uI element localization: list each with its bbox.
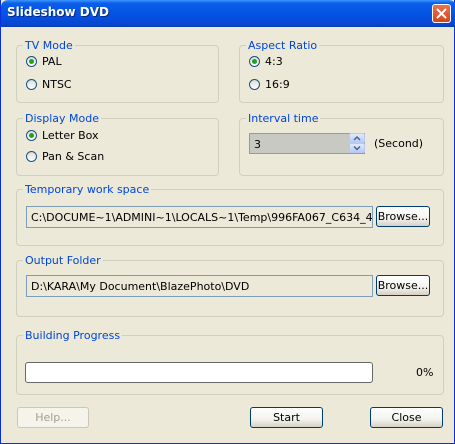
display-mode-group: Display Mode Letter Box Pan & Scan	[16, 112, 219, 176]
interval-value: 3	[254, 138, 261, 151]
progress-group: Building Progress 0%	[16, 329, 444, 395]
help-button[interactable]: Help...	[17, 407, 89, 428]
radio-selected-dot	[29, 133, 34, 138]
radio-ntsc-circle[interactable]	[26, 79, 37, 90]
display-mode-label: Display Mode	[23, 112, 102, 125]
tv-mode-group: TV Mode PAL NTSC	[16, 39, 219, 103]
temp-space-browse-button[interactable]: Browse...	[376, 206, 430, 227]
window-title: Slideshow DVD	[7, 5, 109, 19]
chevron-up-icon	[353, 135, 361, 141]
progress-percent: 0%	[416, 366, 434, 379]
close-icon	[436, 8, 447, 19]
radio-pan-scan[interactable]: Pan & Scan	[26, 150, 104, 163]
radio-4-3-label: 4:3	[265, 55, 283, 68]
interval-input[interactable]: 3	[249, 133, 365, 154]
start-button[interactable]: Start	[250, 407, 323, 428]
interval-label: Interval time	[246, 112, 321, 125]
spin-up-button[interactable]	[349, 133, 365, 143]
temp-space-path-field[interactable]: C:\DOCUME~1\ADMINI~1\LOCALS~1\Temp\996FA…	[26, 206, 373, 228]
close-button[interactable]: Close	[370, 407, 443, 428]
interval-spinner[interactable]	[349, 133, 365, 154]
radio-16-9-circle[interactable]	[249, 79, 260, 90]
aspect-ratio-group: Aspect Ratio 4:3 16:9	[239, 39, 444, 103]
radio-ntsc-label: NTSC	[42, 78, 72, 91]
aspect-ratio-label: Aspect Ratio	[246, 39, 320, 52]
dialog-window: Slideshow DVD TV Mode PAL NTSC Aspect Ra…	[0, 0, 455, 444]
output-folder-path-field[interactable]: D:\KARA\My Document\BlazePhoto\DVD	[26, 275, 373, 297]
radio-selected-dot	[252, 59, 257, 64]
progress-label: Building Progress	[23, 329, 123, 342]
radio-letter-box-circle[interactable]	[26, 130, 37, 141]
output-folder-browse-button[interactable]: Browse...	[376, 275, 430, 296]
radio-pal-label: PAL	[42, 55, 62, 68]
radio-pan-scan-label: Pan & Scan	[42, 150, 105, 163]
spin-down-button[interactable]	[349, 143, 365, 153]
output-folder-path: D:\KARA\My Document\BlazePhoto\DVD	[31, 280, 250, 293]
temp-space-label: Temporary work space	[23, 183, 152, 196]
close-window-button[interactable]	[432, 4, 451, 23]
chevron-down-icon	[353, 145, 361, 151]
interval-group: Interval time 3 (Second)	[239, 112, 444, 176]
tv-mode-label: TV Mode	[23, 39, 75, 52]
radio-16-9-label: 16:9	[265, 78, 290, 91]
output-folder-group: Output Folder D:\KARA\My Document\BlazeP…	[16, 254, 444, 317]
temp-space-path: C:\DOCUME~1\ADMINI~1\LOCALS~1\Temp\996FA…	[31, 211, 373, 224]
interval-unit: (Second)	[374, 137, 424, 150]
radio-selected-dot	[29, 59, 34, 64]
radio-pal[interactable]: PAL	[26, 55, 62, 68]
radio-letter-box[interactable]: Letter Box	[26, 129, 99, 142]
radio-letter-box-label: Letter Box	[42, 129, 99, 142]
radio-16-9[interactable]: 16:9	[249, 78, 290, 91]
temp-space-group: Temporary work space C:\DOCUME~1\ADMINI~…	[16, 183, 444, 246]
title-bar[interactable]: Slideshow DVD	[1, 0, 455, 27]
output-folder-label: Output Folder	[23, 254, 103, 267]
radio-pan-scan-circle[interactable]	[26, 151, 37, 162]
radio-pal-circle[interactable]	[26, 56, 37, 67]
radio-4-3[interactable]: 4:3	[249, 55, 283, 68]
radio-4-3-circle[interactable]	[249, 56, 260, 67]
radio-ntsc[interactable]: NTSC	[26, 78, 72, 91]
progress-bar	[25, 362, 373, 383]
